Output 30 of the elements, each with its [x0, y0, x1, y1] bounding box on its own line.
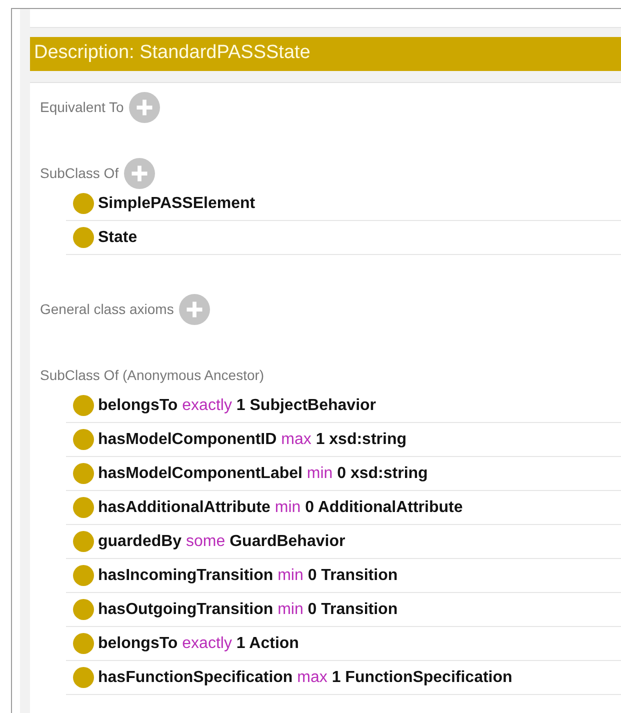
class-icon: [73, 599, 94, 620]
axiom-text[interactable]: belongsTo exactly 1 Action: [98, 634, 299, 652]
add-icon[interactable]: [124, 158, 155, 188]
class-icon: [73, 531, 94, 552]
axiom-text[interactable]: State: [98, 228, 138, 246]
class-icon: [73, 193, 94, 214]
class-icon: [73, 633, 94, 654]
axiom-text[interactable]: hasFunctionSpecification max 1 FunctionSpecification: [98, 668, 512, 686]
class-icon: [73, 463, 94, 484]
class-icon: [73, 429, 94, 450]
section-label: SubClass Of (Anonymous Ancestor): [40, 367, 264, 383]
add-icon[interactable]: [178, 294, 210, 324]
class-icon: [73, 565, 94, 586]
add-icon[interactable]: [128, 92, 160, 122]
axiom-text[interactable]: belongsTo exactly 1 SubjectBehavior: [98, 396, 376, 414]
class-icon: [73, 497, 94, 518]
class-icon: [73, 667, 94, 688]
axiom-text[interactable]: guardedBy some GuardBehavior: [98, 532, 346, 550]
class-icon: [73, 227, 94, 248]
axiom-text[interactable]: SimplePASSElement: [98, 194, 256, 212]
section-label: General class axioms: [40, 301, 174, 317]
section-label: SubClass Of: [40, 165, 119, 181]
description-header: Description: StandardPASSState: [30, 37, 621, 71]
axiom-text[interactable]: hasModelComponentID max 1 xsd:string: [98, 430, 406, 448]
axiom-text[interactable]: hasAdditionalAttribute min 0 AdditionalAttribute: [98, 498, 463, 516]
axiom-text[interactable]: hasModelComponentLabel min 0 xsd:string: [98, 464, 428, 482]
class-icon: [73, 395, 94, 416]
axiom-text[interactable]: hasOutgoingTransition min 0 Transition: [98, 600, 398, 618]
axiom-text[interactable]: hasIncomingTransition min 0 Transition: [98, 566, 398, 584]
section-label: Equivalent To: [40, 99, 124, 115]
